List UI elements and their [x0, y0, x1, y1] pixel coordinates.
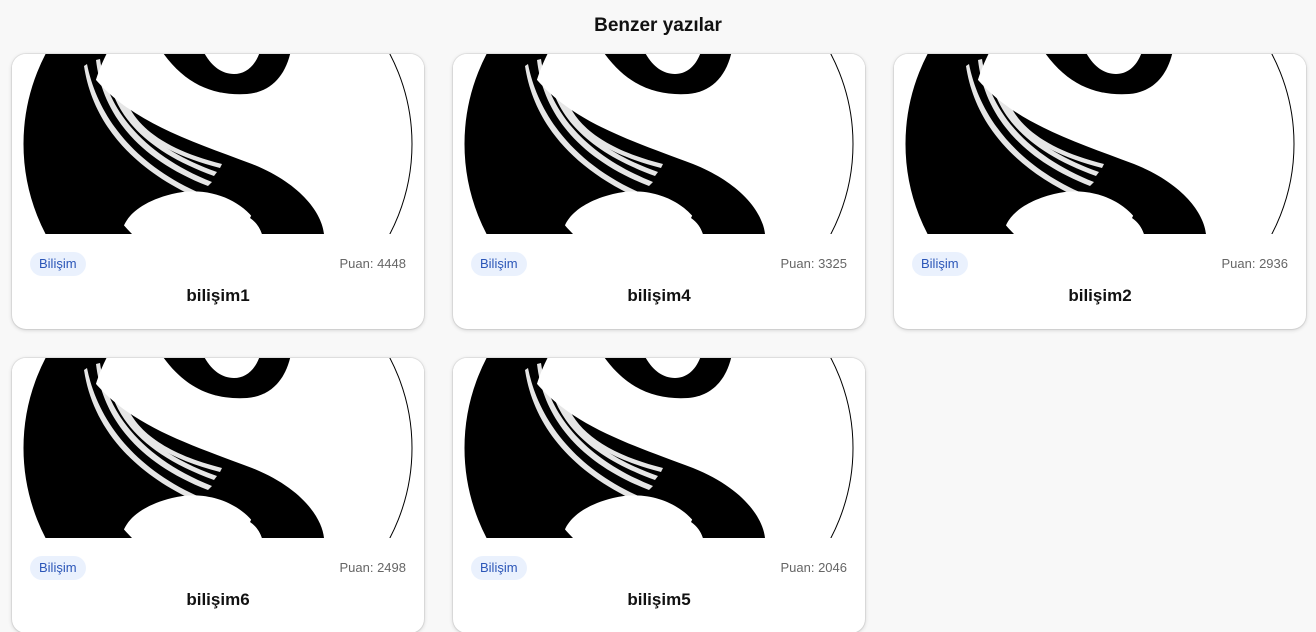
swirl-logo-icon [464, 54, 854, 234]
swirl-logo-icon [23, 54, 413, 234]
post-thumbnail[interactable] [12, 358, 424, 538]
post-thumbnail[interactable] [894, 54, 1306, 234]
post-meta: Bilişim Puan: 4448 [12, 252, 424, 278]
section-title: Benzer yazılar [594, 15, 722, 36]
score-label: Puan: 2498 [339, 560, 406, 575]
category-badge[interactable]: Bilişim [471, 556, 527, 580]
related-posts-grid: Bilişim Puan: 4448 bilişim1 Bilişim Puan… [12, 54, 1306, 632]
post-card[interactable]: Bilişim Puan: 2046 bilişim5 [453, 358, 865, 632]
post-title[interactable]: bilişim4 [453, 284, 865, 308]
post-card[interactable]: Bilişim Puan: 4448 bilişim1 [12, 54, 424, 329]
score-label: Puan: 2936 [1221, 256, 1288, 271]
post-thumbnail[interactable] [453, 54, 865, 234]
post-title[interactable]: bilişim6 [12, 588, 424, 612]
category-badge[interactable]: Bilişim [30, 556, 86, 580]
post-card[interactable]: Bilişim Puan: 3325 bilişim4 [453, 54, 865, 329]
post-meta: Bilişim Puan: 2046 [453, 556, 865, 582]
post-thumbnail[interactable] [453, 358, 865, 538]
post-card[interactable]: Bilişim Puan: 2936 bilişim2 [894, 54, 1306, 329]
category-badge[interactable]: Bilişim [912, 252, 968, 276]
swirl-logo-icon [464, 358, 854, 538]
post-meta: Bilişim Puan: 3325 [453, 252, 865, 278]
post-title[interactable]: bilişim5 [453, 588, 865, 612]
score-label: Puan: 4448 [339, 256, 406, 271]
post-title[interactable]: bilişim2 [894, 284, 1306, 308]
category-badge[interactable]: Bilişim [471, 252, 527, 276]
score-label: Puan: 3325 [780, 256, 847, 271]
score-label: Puan: 2046 [780, 560, 847, 575]
post-meta: Bilişim Puan: 2498 [12, 556, 424, 582]
post-thumbnail[interactable] [12, 54, 424, 234]
swirl-logo-icon [905, 54, 1295, 234]
post-meta: Bilişim Puan: 2936 [894, 252, 1306, 278]
post-title[interactable]: bilişim1 [12, 284, 424, 308]
category-badge[interactable]: Bilişim [30, 252, 86, 276]
post-card[interactable]: Bilişim Puan: 2498 bilişim6 [12, 358, 424, 632]
swirl-logo-icon [23, 358, 413, 538]
page: Benzer yazılar Bilişim Puan: 4448 bilişi… [0, 0, 1316, 632]
